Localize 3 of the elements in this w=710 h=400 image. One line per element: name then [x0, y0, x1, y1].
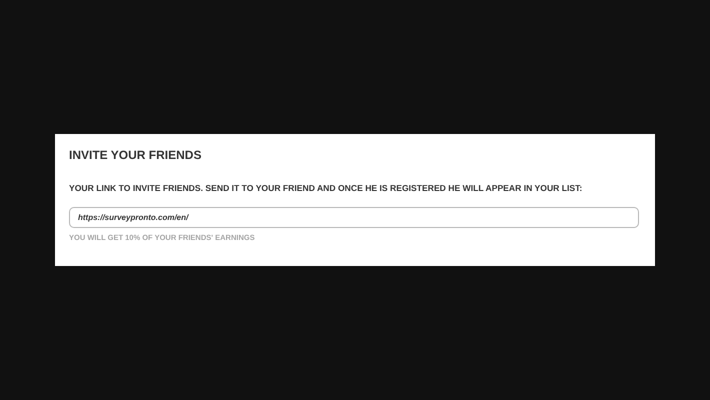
card-title: INVITE YOUR FRIENDS	[69, 148, 202, 162]
invite-link-field[interactable]: https://surveypronto.com/en/	[69, 207, 639, 228]
link-label: YOUR LINK TO INVITE FRIENDS. SEND IT TO YOUR FRIEND AND ONCE HE IS REGISTERED HE WILL APPEAR IN YOUR LIST:	[69, 183, 584, 193]
